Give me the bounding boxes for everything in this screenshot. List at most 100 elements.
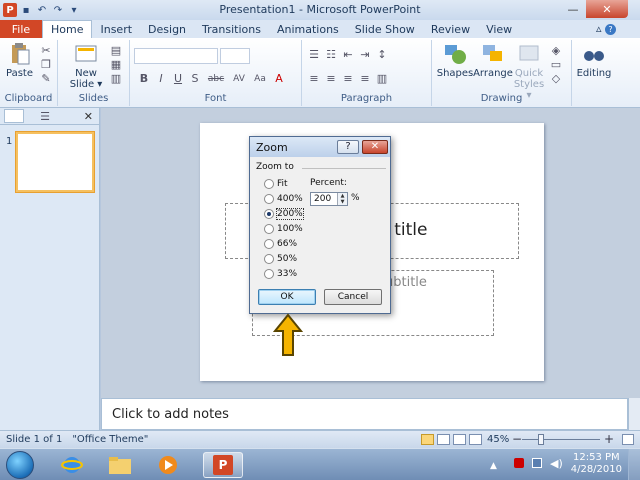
start-button[interactable] [6, 451, 34, 479]
zoom-option-100[interactable]: 100% [264, 224, 303, 234]
reading-view-icon[interactable] [453, 434, 466, 445]
help-icon[interactable]: ▵ ? [596, 22, 616, 35]
zoom-option-66[interactable]: 66% [264, 239, 297, 249]
strikethrough-button[interactable]: abc [206, 74, 226, 84]
bullets-icon[interactable]: ☰ [308, 48, 320, 61]
font-name-dropdown[interactable] [134, 48, 218, 64]
zoom-level[interactable]: 45% [487, 434, 509, 445]
zoom-option-label: 50% [277, 254, 298, 264]
tab-animations[interactable]: Animations [269, 20, 347, 38]
zoom-option-33[interactable]: 33% [264, 269, 297, 279]
shape-fill-icon[interactable]: ◈ [550, 44, 562, 57]
powerpoint-taskbar-icon[interactable]: P [203, 452, 243, 478]
slide-count: Slide 1 of 1 [6, 434, 63, 445]
copy-icon[interactable]: ❐ [40, 58, 52, 71]
numbering-icon[interactable]: ☷ [325, 48, 337, 61]
dialog-help-button[interactable]: ? [337, 140, 359, 154]
tab-view[interactable]: View [478, 20, 520, 38]
arrange-label: Arrange [473, 68, 513, 79]
close-button[interactable]: ✕ [586, 0, 628, 18]
char-spacing-button[interactable]: AV [231, 74, 247, 84]
tab-review[interactable]: Review [423, 20, 478, 38]
tab-file[interactable]: File [0, 20, 42, 38]
tab-transitions[interactable]: Transitions [194, 20, 269, 38]
slide-sorter-view-icon[interactable] [437, 434, 450, 445]
zoom-option-400[interactable]: 400% [264, 194, 303, 204]
new-slide-button[interactable]: New Slide ▾ [68, 42, 104, 90]
action-center-icon[interactable] [514, 458, 524, 468]
percent-spinner[interactable]: ▲ ▼ [337, 193, 347, 205]
dialog-close-button[interactable]: ✕ [362, 140, 388, 154]
radio-50[interactable] [264, 254, 274, 264]
fit-to-window-icon[interactable] [622, 434, 634, 445]
show-hidden-icons[interactable]: ▲ [490, 461, 497, 471]
italic-button[interactable]: I [155, 72, 167, 85]
outline-tab-icon[interactable]: ☰ [30, 110, 60, 123]
font-size-dropdown[interactable] [220, 48, 250, 64]
notes-pane[interactable]: Click to add notes [101, 398, 628, 430]
format-painter-icon[interactable]: ✎ [40, 72, 52, 85]
cut-icon[interactable]: ✂ [40, 44, 52, 57]
zoom-option-fit[interactable]: Fit [264, 179, 288, 189]
minimize-button[interactable]: — [560, 0, 586, 18]
reset-icon[interactable]: ▦ [110, 58, 122, 71]
justify-icon[interactable]: ≡ [359, 72, 371, 85]
zoom-in-icon[interactable]: + [604, 432, 614, 446]
line-spacing-icon[interactable]: ↕ [376, 48, 388, 61]
ribbon-tabs: File Home Insert Design Transitions Anim… [0, 20, 640, 38]
slide-thumbnail[interactable] [16, 132, 94, 192]
normal-view-icon[interactable] [421, 434, 434, 445]
notes-placeholder: Click to add notes [112, 407, 229, 422]
tab-design[interactable]: Design [140, 20, 194, 38]
slide-show-view-icon[interactable] [469, 434, 482, 445]
zoom-slider-track[interactable] [522, 439, 600, 440]
tab-slide-show[interactable]: Slide Show [347, 20, 423, 38]
underline-button[interactable]: U [172, 72, 184, 85]
tab-insert[interactable]: Insert [92, 20, 140, 38]
paste-button[interactable]: Paste [6, 42, 33, 79]
radio-fit[interactable] [264, 179, 274, 189]
editing-button[interactable]: Editing [574, 42, 614, 79]
shape-effects-icon[interactable]: ◇ [550, 72, 562, 85]
cancel-button[interactable]: Cancel [324, 289, 382, 305]
radio-100[interactable] [264, 224, 274, 234]
tab-home[interactable]: Home [42, 20, 93, 38]
internet-explorer-icon[interactable] [52, 452, 92, 478]
theme-name[interactable]: "Office Theme" [72, 434, 148, 445]
network-icon[interactable] [532, 458, 542, 468]
zoom-option-50[interactable]: 50% [264, 254, 297, 264]
arrange-button[interactable]: Arrange [473, 42, 513, 79]
zoom-out-icon[interactable]: − [512, 432, 522, 446]
radio-33[interactable] [264, 269, 274, 279]
font-color-button[interactable]: A [273, 72, 285, 85]
shape-outline-icon[interactable]: ▭ [550, 58, 562, 71]
ok-button[interactable]: OK [258, 289, 316, 305]
show-desktop-button[interactable] [628, 449, 640, 480]
slides-tab[interactable] [4, 109, 24, 123]
zoom-slider-thumb[interactable] [538, 434, 544, 445]
radio-400[interactable] [264, 194, 274, 204]
shapes-button[interactable]: Shapes [437, 42, 473, 79]
system-clock[interactable]: 12:53 PM 4/28/2010 [571, 452, 622, 476]
slides-panel: ☰ ✕ 1 [0, 108, 100, 430]
close-panel-icon[interactable]: ✕ [84, 110, 93, 123]
increase-indent-icon[interactable]: ⇥ [359, 48, 371, 61]
shadow-button[interactable]: S [189, 72, 201, 85]
layout-icon[interactable]: ▤ [110, 44, 122, 57]
radio-200[interactable] [264, 209, 274, 219]
section-icon[interactable]: ▥ [110, 72, 122, 85]
columns-icon[interactable]: ▥ [376, 72, 388, 85]
decrease-indent-icon[interactable]: ⇤ [342, 48, 354, 61]
align-right-icon[interactable]: ≡ [342, 72, 354, 85]
clock-time: 12:53 PM [573, 452, 620, 463]
change-case-button[interactable]: Aa [252, 74, 268, 84]
volume-icon[interactable]: ◀) [550, 457, 563, 470]
align-left-icon[interactable]: ≡ [308, 72, 320, 85]
bold-button[interactable]: B [138, 72, 150, 85]
radio-66[interactable] [264, 239, 274, 249]
zoom-option-200[interactable]: 200% [264, 208, 304, 220]
media-player-icon[interactable] [148, 452, 188, 478]
file-explorer-icon[interactable] [100, 452, 140, 478]
align-center-icon[interactable]: ≡ [325, 72, 337, 85]
notes-scrollbar[interactable] [628, 398, 640, 430]
